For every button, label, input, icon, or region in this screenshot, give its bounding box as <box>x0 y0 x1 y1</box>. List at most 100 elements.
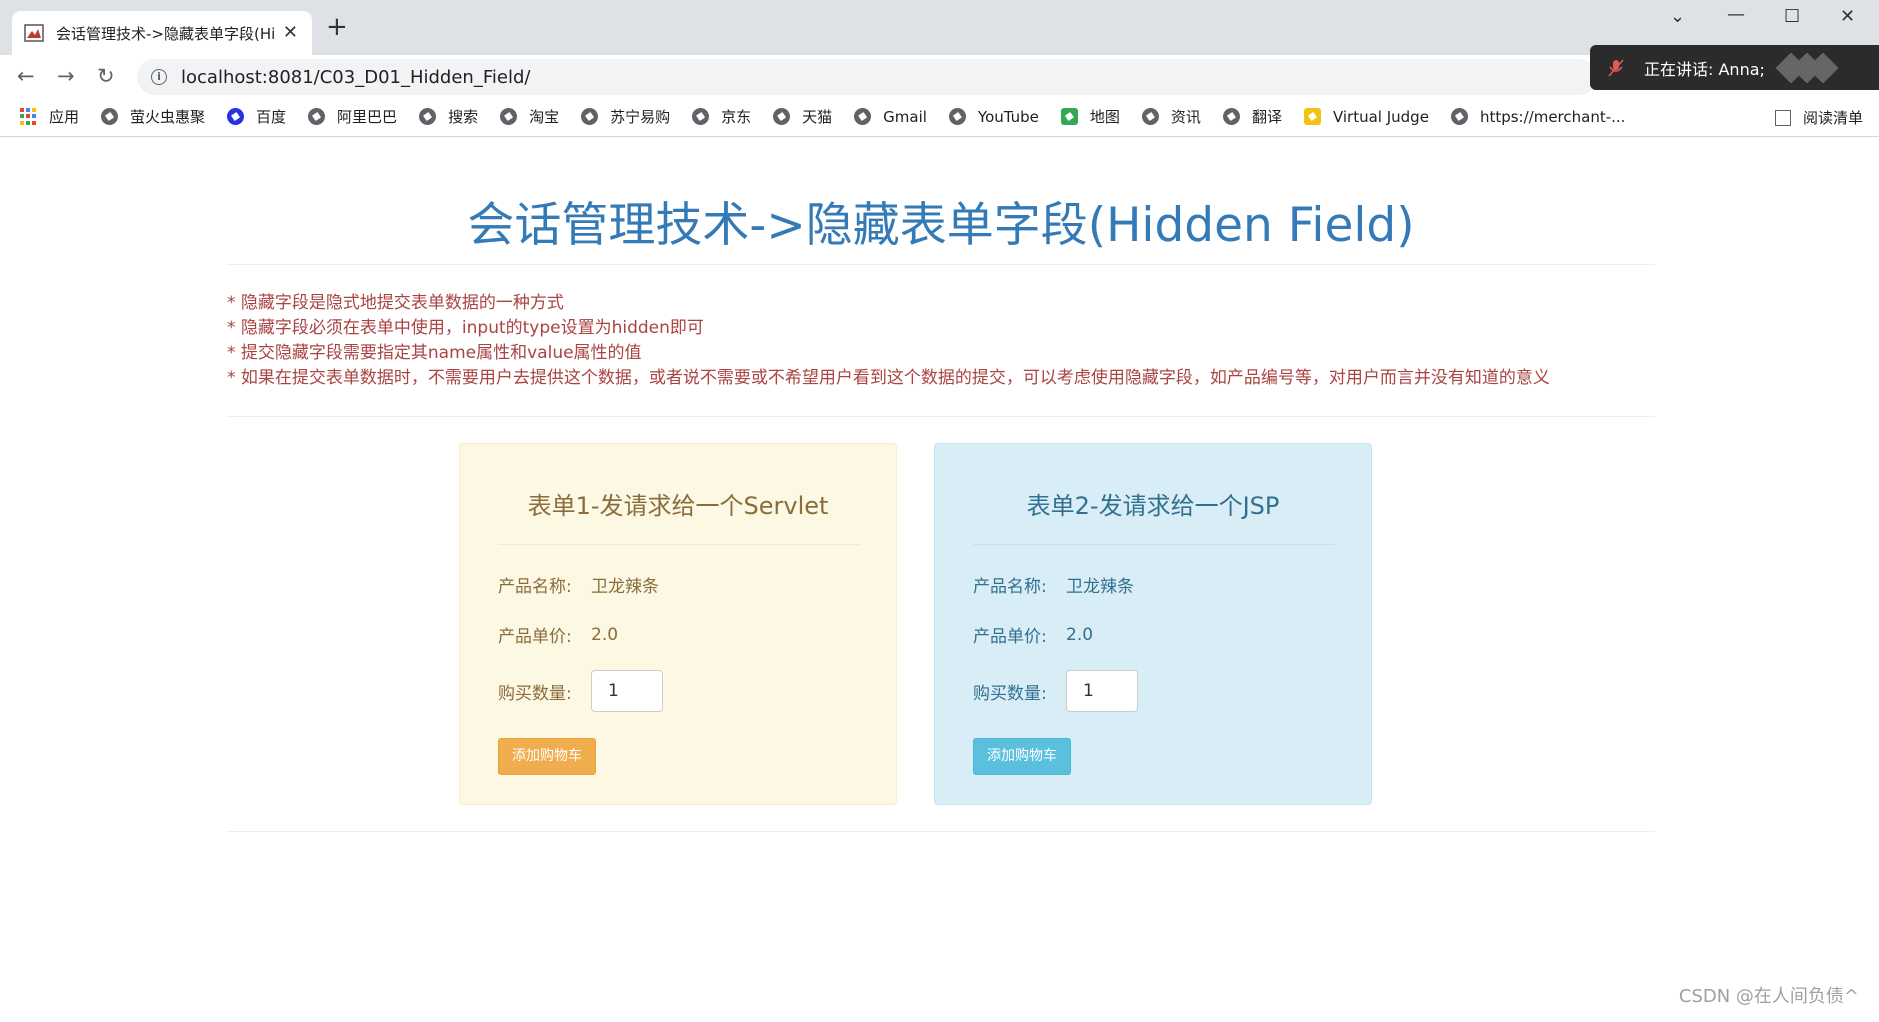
quantity-input[interactable] <box>1066 670 1138 712</box>
quantity-label: 购买数量: <box>498 683 572 704</box>
address-bar[interactable]: i localhost:8081/C03_D01_Hidden_Field/ <box>137 59 1597 95</box>
product-price-label: 产品单价: <box>973 627 1047 647</box>
reading-list-button[interactable]: 阅读清单 <box>1774 107 1863 128</box>
bookmark-item[interactable]: 资讯 <box>1141 106 1201 127</box>
note-line: * 提交隐藏字段需要指定其name属性和value属性的值 <box>227 343 642 363</box>
divider <box>227 416 1655 417</box>
product-name-label: 产品名称: <box>498 577 572 597</box>
vjudge-icon <box>1303 108 1321 125</box>
globe-icon <box>581 108 599 125</box>
globe-icon <box>854 108 872 125</box>
globe-icon <box>500 108 518 125</box>
page-title: 会话管理技术->隐藏表单字段(Hidden Field) <box>467 198 1415 253</box>
bookmark-label: 阿里巴巴 <box>337 108 398 126</box>
servlet-form-panel: 表单1-发请求给一个Servlet 产品名称: 卫龙辣条 产品单价: 2.0 购… <box>459 443 897 805</box>
apps-icon <box>20 108 37 125</box>
reload-icon[interactable]: ↻ <box>97 64 115 88</box>
product-name-value: 卫龙辣条 <box>591 577 659 597</box>
tab-close-icon[interactable]: ✕ <box>283 22 298 43</box>
bookmark-item[interactable]: 阿里巴巴 <box>308 106 397 127</box>
speaking-text: 正在讲话: Anna; <box>1644 59 1765 79</box>
product-name-row: 产品名称: 卫龙辣条 <box>973 572 1134 597</box>
add-to-cart-button[interactable]: 添加购物车 <box>498 738 596 775</box>
bookmark-item[interactable]: https://merchant-... <box>1450 107 1626 126</box>
avatar-blur <box>1775 52 1840 84</box>
site-info-icon[interactable]: i <box>151 69 167 85</box>
minimize-icon[interactable]: — <box>1727 4 1745 25</box>
bookmark-label: 地图 <box>1089 108 1120 126</box>
bookmark-item[interactable]: YouTube <box>948 107 1039 126</box>
bookmark-label: 淘宝 <box>529 108 560 126</box>
form-title: 表单2-发请求给一个JSP <box>1026 492 1280 520</box>
watermark: CSDN @在人间负债^ <box>1678 986 1859 1007</box>
window-close-icon[interactable]: ✕ <box>1840 6 1855 27</box>
product-price-row: 产品单价: 2.0 <box>973 622 1094 648</box>
bookmark-label: 百度 <box>256 108 287 126</box>
tab-search-icon[interactable]: ⌄ <box>1670 6 1685 27</box>
note-line: * 隐藏字段必须在表单中使用，input的type设置为hidden即可 <box>227 318 704 338</box>
tab-title: 会话管理技术->隐藏表单字段(Hi <box>56 24 276 43</box>
bookmark-apps[interactable]: 应用 <box>20 106 79 127</box>
panel-divider <box>973 544 1335 545</box>
quantity-input[interactable] <box>591 670 663 712</box>
globe-icon <box>1450 108 1468 125</box>
form-title: 表单1-发请求给一个Servlet <box>527 492 829 520</box>
page-content: 会话管理技术->隐藏表单字段(Hidden Field) * 隐藏字段是隐式地提… <box>0 138 1879 1022</box>
url-text[interactable]: localhost:8081/C03_D01_Hidden_Field/ <box>181 67 530 88</box>
bookmark-item[interactable]: 苏宁易购 <box>581 106 670 127</box>
bookmark-label: YouTube <box>977 107 1039 126</box>
bookmark-item[interactable]: 萤火虫惠聚 <box>101 106 205 127</box>
bookmark-item[interactable]: 京东 <box>692 106 751 127</box>
bookmark-label: https://merchant-... <box>1479 107 1626 126</box>
globe-icon <box>101 108 119 125</box>
baidu-icon <box>227 108 245 125</box>
bookmark-label: 翻译 <box>1251 108 1282 126</box>
reading-list-icon <box>1774 109 1791 126</box>
globe-icon <box>308 108 326 125</box>
bookmark-label: 搜索 <box>448 108 479 126</box>
bookmarks-bar: 应用 萤火虫惠聚 百度 阿里巴巴 搜索 淘宝 苏宁易购 京东 天猫 Gmail … <box>0 97 1879 137</box>
quantity-row: 购买数量: <box>498 670 663 712</box>
bookmark-item[interactable]: 地图 <box>1060 106 1120 127</box>
bookmark-label: 资讯 <box>1170 108 1201 126</box>
bookmark-label: Gmail <box>883 107 927 126</box>
bookmark-label: 京东 <box>721 108 752 126</box>
jsp-form-panel: 表单2-发请求给一个JSP 产品名称: 卫龙辣条 产品单价: 2.0 购买数量:… <box>934 443 1372 805</box>
bookmark-item[interactable]: 搜索 <box>419 106 478 127</box>
bookmark-item[interactable]: 淘宝 <box>500 106 559 127</box>
bookmark-item[interactable]: Gmail <box>854 108 927 126</box>
divider <box>227 831 1655 832</box>
bookmark-item[interactable]: 天猫 <box>773 106 832 127</box>
mic-muted-icon <box>1608 59 1624 76</box>
note-line: * 如果在提交表单数据时，不需要用户去提供这个数据，或者说不需要或不希望用户看到… <box>227 368 1550 388</box>
globe-icon <box>1222 108 1240 125</box>
reading-list-label: 阅读清单 <box>1802 109 1863 127</box>
add-to-cart-button[interactable]: 添加购物车 <box>973 738 1071 775</box>
bookmark-item[interactable]: Virtual Judge <box>1303 107 1429 126</box>
globe-icon <box>692 108 710 125</box>
page-favicon-icon <box>24 24 44 42</box>
globe-icon <box>948 108 966 125</box>
back-icon[interactable]: ← <box>17 64 35 88</box>
globe-icon <box>419 108 437 125</box>
bookmark-item[interactable]: 翻译 <box>1222 106 1282 127</box>
bookmark-label: 萤火虫惠聚 <box>130 108 206 126</box>
panel-divider <box>498 544 860 545</box>
product-name-row: 产品名称: 卫龙辣条 <box>498 572 659 597</box>
bookmark-item[interactable]: 百度 <box>227 106 286 127</box>
new-tab-icon[interactable]: + <box>326 14 348 40</box>
globe-icon <box>1141 108 1159 125</box>
quantity-label: 购买数量: <box>973 683 1047 704</box>
forward-icon[interactable]: → <box>57 64 75 88</box>
bookmark-label: 应用 <box>49 108 80 126</box>
speaking-banner: 正在讲话: Anna; <box>1590 45 1879 90</box>
bookmark-label: Virtual Judge <box>1332 107 1429 126</box>
maximize-icon[interactable]: ☐ <box>1784 6 1800 27</box>
maps-icon <box>1060 108 1078 125</box>
note-line: * 隐藏字段是隐式地提交表单数据的一种方式 <box>227 293 564 313</box>
product-price-value: 2.0 <box>591 624 619 645</box>
browser-tab[interactable]: 会话管理技术->隐藏表单字段(Hi ✕ <box>12 11 312 55</box>
product-name-value: 卫龙辣条 <box>1066 577 1134 597</box>
product-price-value: 2.0 <box>1066 624 1094 645</box>
product-price-row: 产品单价: 2.0 <box>498 622 619 648</box>
